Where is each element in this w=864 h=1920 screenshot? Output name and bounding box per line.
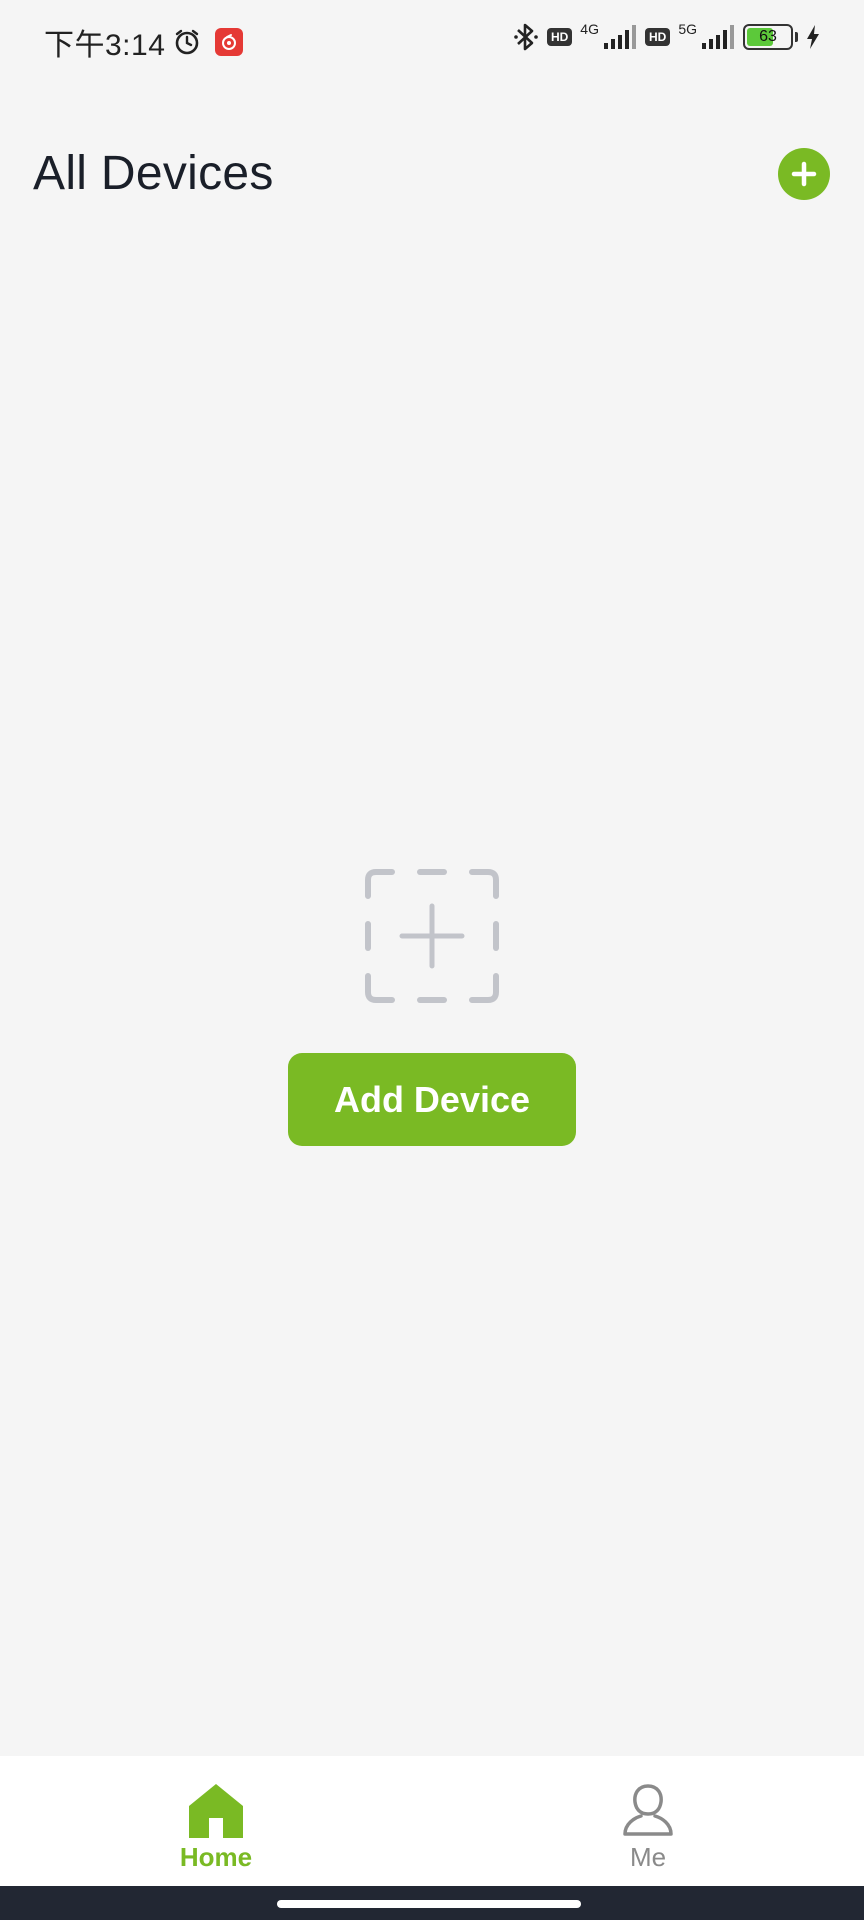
nav-label-home: Home <box>179 1842 253 1872</box>
nav-item-home[interactable]: Home <box>136 1782 296 1873</box>
signal-strength-icon <box>603 25 636 49</box>
home-indicator[interactable] <box>277 1900 581 1908</box>
bottom-nav: Home Me <box>0 1756 864 1886</box>
battery-percent: 63 <box>759 28 777 45</box>
alarm-icon <box>176 29 199 55</box>
nav-item-me[interactable]: Me <box>568 1782 728 1873</box>
status-left: 下午3:14 <box>44 20 244 64</box>
music-app-icon <box>215 28 244 56</box>
network-type-label: 4G <box>580 21 599 37</box>
status-time: 下午3:14 <box>44 29 166 62</box>
battery-icon: 63 <box>743 24 793 50</box>
home-icon <box>189 1784 243 1838</box>
battery-tip <box>795 32 798 42</box>
hd-badge: HD <box>546 28 573 46</box>
status-right: HD 4G HD 5G 63 <box>513 21 820 52</box>
system-navigation-bar <box>0 1886 864 1920</box>
add-device-placeholder-icon <box>365 869 499 1003</box>
bluetooth-icon <box>514 23 538 51</box>
charging-bolt-icon <box>807 25 819 49</box>
hd-badge: HD <box>644 28 671 46</box>
person-icon <box>623 1784 673 1836</box>
plus-icon <box>791 161 817 187</box>
status-bar: 下午3:14 HD 4G HD 5G 63 <box>0 0 864 78</box>
network-type-label: 5G <box>678 21 697 37</box>
nav-label-me: Me <box>629 1842 667 1872</box>
add-device-button[interactable]: Add Device <box>288 1053 576 1146</box>
add-device-header-button[interactable] <box>778 148 830 200</box>
page-title: All Devices <box>33 147 274 200</box>
signal-strength-icon <box>702 25 734 49</box>
